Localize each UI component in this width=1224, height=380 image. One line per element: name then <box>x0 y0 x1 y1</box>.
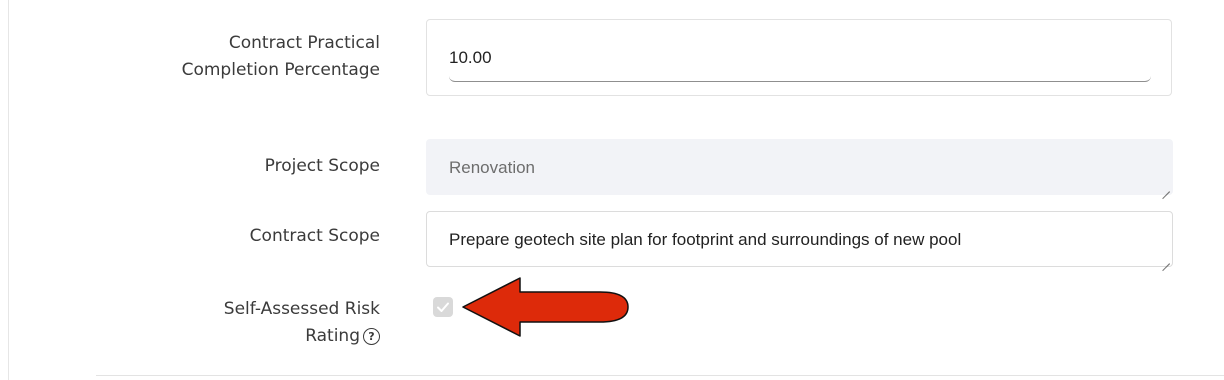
project-scope-textarea[interactable]: Renovation <box>426 139 1173 195</box>
question-circle-icon[interactable]: ? <box>363 328 380 345</box>
contract-scope-label: Contract Scope <box>249 226 380 246</box>
form-page: Contract Practical Completion Percentage… <box>0 0 1224 380</box>
checkmark-icon <box>437 302 449 312</box>
left-arrow-icon <box>462 277 629 337</box>
completion-percentage-container <box>426 19 1172 96</box>
completion-percentage-label: Contract Practical Completion Percentage <box>181 33 380 80</box>
contract-scope-textarea[interactable]: Prepare geotech site plan for footprint … <box>426 211 1173 267</box>
left-divider <box>8 0 9 380</box>
risk-rating-label-group: Self-Assessed Risk Rating? <box>170 296 380 350</box>
project-scope-label: Project Scope <box>264 156 380 176</box>
risk-rating-label: Self-Assessed Risk Rating <box>223 299 380 346</box>
risk-rating-checkbox[interactable] <box>433 297 453 317</box>
bottom-divider <box>96 375 1224 376</box>
completion-percentage-input[interactable] <box>449 40 1151 82</box>
